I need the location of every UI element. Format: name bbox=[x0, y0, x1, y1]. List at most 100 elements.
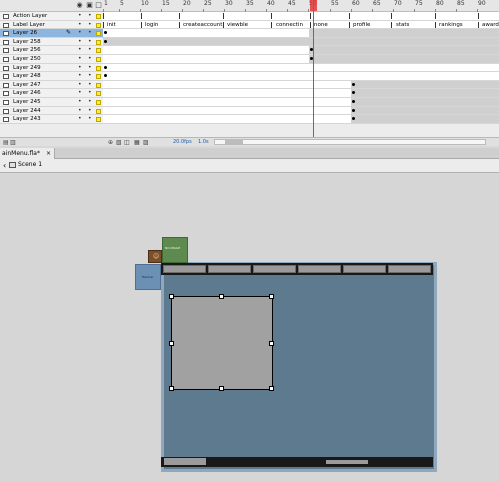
lock-dot[interactable]: • bbox=[88, 29, 92, 38]
outline-swatch[interactable] bbox=[96, 31, 101, 37]
resize-handle-t[interactable] bbox=[219, 294, 224, 299]
visibility-dot[interactable]: • bbox=[78, 81, 82, 90]
keyframe-dot[interactable] bbox=[352, 99, 355, 103]
keyframe-marker[interactable] bbox=[435, 21, 436, 28]
keyframe-dot[interactable] bbox=[352, 82, 355, 86]
scrollbar-thumb[interactable] bbox=[225, 140, 243, 144]
lock-dot[interactable]: • bbox=[88, 89, 92, 98]
layer-name[interactable]: Layer 26 bbox=[13, 29, 37, 38]
resize-handle-tl[interactable] bbox=[169, 294, 174, 299]
avatar[interactable]: ☺ bbox=[148, 250, 162, 263]
resize-handle-r[interactable] bbox=[269, 341, 274, 346]
layer-row[interactable]: Layer 26 ✎ • • bbox=[0, 29, 103, 38]
keyframe-dot[interactable] bbox=[104, 39, 107, 43]
layer-row[interactable]: Layer 243 • • bbox=[0, 115, 103, 124]
keyframe-dot[interactable] bbox=[104, 31, 107, 35]
keyframe-marker[interactable] bbox=[141, 21, 142, 28]
frame-row[interactable] bbox=[103, 97, 499, 107]
keyframe-marker[interactable] bbox=[223, 13, 224, 19]
resize-handle-l[interactable] bbox=[169, 341, 174, 346]
bottom-button[interactable] bbox=[164, 458, 206, 465]
lock-dot[interactable]: • bbox=[88, 81, 92, 90]
lock-dot[interactable]: • bbox=[88, 64, 92, 73]
lock-dot[interactable]: • bbox=[88, 115, 92, 124]
onion-outline-icon[interactable]: ◫ bbox=[124, 139, 130, 146]
layer-row[interactable]: Layer 244 • • bbox=[0, 106, 103, 116]
frame-row[interactable] bbox=[103, 29, 499, 38]
layer-name[interactable]: Layer 245 bbox=[13, 98, 41, 107]
outline-swatch[interactable] bbox=[96, 108, 101, 114]
keyframe-marker[interactable] bbox=[271, 13, 272, 19]
visibility-dot[interactable]: • bbox=[78, 55, 82, 64]
frame-ruler[interactable]: 151015202530354045505560657075808590 bbox=[103, 0, 499, 12]
layer-name[interactable]: Layer 249 bbox=[13, 64, 41, 73]
outline-swatch[interactable] bbox=[96, 14, 101, 19]
layer-name[interactable]: Label Layer bbox=[13, 21, 45, 30]
layer-name[interactable]: Layer 256 bbox=[13, 46, 41, 55]
image-placeholder[interactable]: NO IMAGE bbox=[162, 237, 188, 263]
keyframe-marker[interactable] bbox=[179, 21, 180, 28]
nav-button-4[interactable] bbox=[298, 265, 341, 273]
frame-span[interactable] bbox=[351, 97, 499, 106]
frame-row[interactable] bbox=[103, 106, 499, 116]
stage-area[interactable]: Tutorial NO IMAGE ☺ bbox=[0, 174, 499, 481]
visibility-dot[interactable]: • bbox=[78, 12, 82, 21]
outline-swatch[interactable] bbox=[96, 39, 101, 45]
tab-mainmenu[interactable]: ainMenu.fla* × bbox=[0, 148, 55, 159]
visibility-dot[interactable]: • bbox=[78, 107, 82, 116]
visibility-dot[interactable]: • bbox=[78, 64, 82, 73]
lock-dot[interactable]: • bbox=[88, 98, 92, 107]
keyframe-marker[interactable] bbox=[478, 13, 479, 19]
edit-multiple-icon[interactable]: ▦ bbox=[134, 139, 140, 146]
back-arrow-icon[interactable]: ‹ bbox=[3, 161, 6, 170]
layer-row[interactable]: Label Layer • • bbox=[0, 20, 103, 30]
resize-handle-b[interactable] bbox=[219, 386, 224, 391]
visibility-dot[interactable]: • bbox=[78, 38, 82, 47]
frame-grid[interactable]: init login createaccount viewble connectin no… bbox=[103, 12, 499, 124]
lock-dot[interactable]: • bbox=[88, 72, 92, 81]
center-frame-icon[interactable]: ⊕ bbox=[108, 139, 113, 146]
visibility-dot[interactable]: • bbox=[78, 89, 82, 98]
nav-button-3[interactable] bbox=[253, 265, 296, 273]
nav-button-5[interactable] bbox=[343, 265, 386, 273]
tween-span[interactable] bbox=[103, 37, 499, 46]
new-layer-icon[interactable]: ▤ bbox=[3, 139, 9, 146]
frame-span[interactable] bbox=[351, 115, 499, 123]
lock-dot[interactable]: • bbox=[88, 38, 92, 47]
frame-row[interactable] bbox=[103, 12, 499, 21]
layer-name[interactable]: Layer 258 bbox=[13, 38, 41, 47]
outline-swatch[interactable] bbox=[96, 65, 101, 71]
frame-span[interactable] bbox=[309, 54, 499, 63]
lock-dot[interactable]: • bbox=[88, 46, 92, 55]
outline-swatch[interactable] bbox=[96, 91, 101, 97]
outline-swatch[interactable] bbox=[96, 74, 101, 80]
tutorial-clip[interactable]: Tutorial bbox=[135, 264, 161, 290]
layer-row[interactable]: Layer 258 • • bbox=[0, 37, 103, 47]
keyframe-marker[interactable] bbox=[179, 13, 180, 19]
visibility-dot[interactable]: • bbox=[78, 21, 82, 30]
lock-dot[interactable]: • bbox=[88, 21, 92, 30]
layer-row[interactable]: Layer 248 • • bbox=[0, 72, 103, 81]
visibility-dot[interactable]: • bbox=[78, 98, 82, 107]
keyframe-dot[interactable] bbox=[352, 108, 355, 112]
lock-dot[interactable]: • bbox=[88, 12, 92, 21]
keyframe-dot[interactable] bbox=[104, 65, 107, 69]
keyframe-marker[interactable] bbox=[391, 21, 392, 28]
layer-row[interactable]: Layer 250 • • bbox=[0, 54, 103, 64]
eye-icon[interactable]: ◉ bbox=[76, 2, 83, 9]
frame-span[interactable] bbox=[309, 46, 499, 54]
frame-row[interactable] bbox=[103, 46, 499, 55]
frame-span[interactable] bbox=[309, 29, 499, 37]
layer-row[interactable]: Layer 256 • • bbox=[0, 46, 103, 55]
bottom-scroll-thumb[interactable] bbox=[326, 460, 368, 464]
frame-row[interactable] bbox=[103, 72, 499, 81]
layer-name[interactable]: Layer 247 bbox=[13, 81, 41, 90]
frame-row[interactable] bbox=[103, 63, 499, 73]
layer-row[interactable]: Layer 247 • • bbox=[0, 80, 103, 90]
resize-handle-tr[interactable] bbox=[269, 294, 274, 299]
keyframe-marker[interactable] bbox=[223, 21, 224, 28]
keyframe-marker[interactable] bbox=[310, 21, 311, 28]
layer-row[interactable]: Layer 249 • • bbox=[0, 63, 103, 73]
visibility-dot[interactable]: • bbox=[78, 72, 82, 81]
layer-row[interactable]: Action Layer • • bbox=[0, 12, 103, 21]
